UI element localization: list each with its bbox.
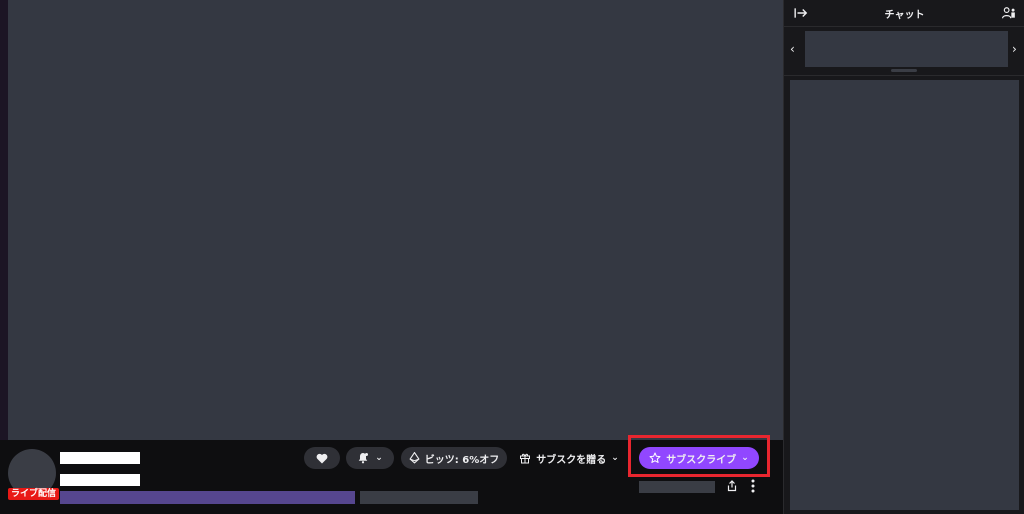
chat-panel: チャット ‹ › <box>783 0 1024 514</box>
channel-info-bar: ライブ配信 ⌄ ビッツ: 6%オフ サブスクを贈る ⌄ サブスクライブ ⌄ <box>0 435 783 514</box>
live-badge: ライブ配信 <box>8 488 60 500</box>
follow-button[interactable] <box>304 447 340 469</box>
bell-icon <box>358 453 369 464</box>
chevron-right-icon[interactable]: › <box>1012 42 1017 56</box>
channel-name-redacted[interactable] <box>60 452 140 464</box>
users-icon[interactable] <box>1002 6 1016 20</box>
bits-button[interactable]: ビッツ: 6%オフ <box>401 447 507 469</box>
subscribe-button[interactable]: サブスクライブ ⌄ <box>639 447 759 469</box>
chevron-down-icon: ⌄ <box>741 453 749 463</box>
video-player[interactable] <box>8 0 783 440</box>
stream-meta-redacted <box>360 491 478 504</box>
chat-title: チャット <box>884 10 925 21</box>
more-vertical-icon[interactable] <box>749 478 757 494</box>
heart-icon <box>316 453 328 463</box>
star-icon <box>649 452 661 463</box>
chat-banner-area: ‹ › <box>784 26 1024 76</box>
gift-subscription-button[interactable]: サブスクを贈る ⌄ <box>513 447 625 469</box>
stream-title-redacted <box>60 474 140 486</box>
chat-banner[interactable] <box>805 31 1008 67</box>
viewer-count-redacted <box>639 481 715 493</box>
chat-messages <box>790 80 1019 510</box>
subscribe-label: サブスクライブ <box>666 454 737 466</box>
gift-icon <box>520 453 531 464</box>
bits-diamond-icon <box>409 452 420 464</box>
left-nav-edge <box>0 0 8 440</box>
notifications-button[interactable]: ⌄ <box>346 447 394 469</box>
share-icon[interactable] <box>726 480 738 492</box>
chat-header: チャット <box>784 0 1024 26</box>
banner-drag-handle[interactable] <box>891 69 917 72</box>
gift-subscription-label: サブスクを贈る <box>536 454 607 466</box>
chevron-left-icon[interactable]: ‹ <box>790 42 795 56</box>
category-tags-redacted[interactable] <box>60 491 355 504</box>
chevron-down-icon: ⌄ <box>375 453 383 463</box>
bits-label: ビッツ: 6%オフ <box>424 454 500 466</box>
chevron-down-icon: ⌄ <box>611 453 619 463</box>
